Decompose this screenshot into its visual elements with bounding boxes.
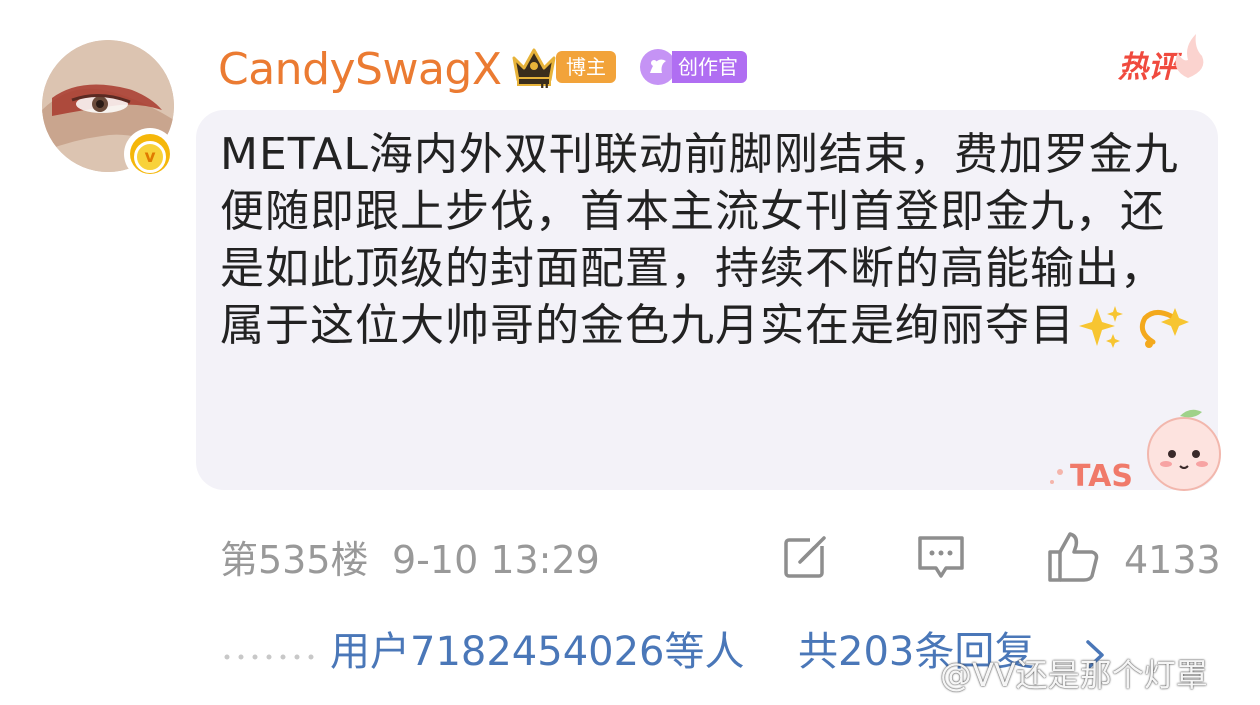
reply-users-link[interactable]: 用户7182454026等人 (330, 622, 745, 682)
watermark: @VV还是那个灯罩 (940, 656, 1208, 694)
divider-dots (224, 654, 314, 660)
crown-icon: II (512, 48, 556, 88)
comment-time: 9-10 13:29 (392, 538, 600, 582)
comment-text: METAL海内外双刊联动前脚刚结束，费加罗金九便随即跟上步伐，首本主流女刊首登即… (220, 126, 1200, 354)
blogger-badge[interactable]: 博主 (556, 51, 616, 83)
sticker-text: TAS (1070, 459, 1133, 494)
username[interactable]: CandySwagX (218, 40, 502, 100)
comment-body: METAL海内外双刊联动前脚刚结束，费加罗金九便随即跟上步伐，首本主流女刊首登即… (220, 129, 1179, 351)
peach-sticker-icon: TAS (1050, 409, 1221, 494)
repost-icon[interactable] (780, 530, 834, 584)
sparkles-emoji-icon (1079, 306, 1189, 348)
flame-icon (1175, 34, 1204, 78)
like-count: 4133 (1124, 538, 1221, 582)
floor-number: 第535楼 (220, 538, 369, 582)
creator-badge[interactable]: 创作官 (672, 51, 747, 83)
comment-icon[interactable] (914, 530, 968, 584)
like-icon[interactable] (1046, 530, 1100, 584)
verified-badge-icon: v (124, 128, 176, 180)
comment-card: v CandySwagX II 博主 创作官 热评 METAL海内外双刊联动前脚… (0, 0, 1260, 705)
svg-text:II: II (540, 77, 549, 88)
